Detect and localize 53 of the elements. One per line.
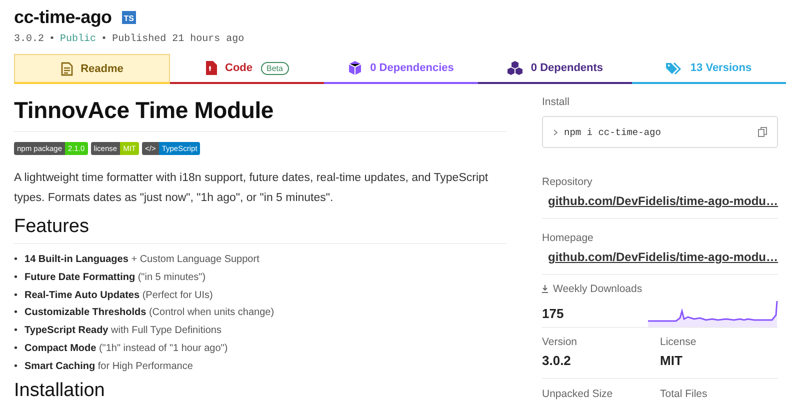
total-files-label: Total Files — [660, 388, 708, 400]
version-label: Version — [542, 336, 578, 348]
tab[interactable]: Code Beta — [170, 54, 324, 84]
unpacked-size-label: Unpacked Size — [542, 388, 614, 400]
license-value: MIT — [660, 353, 684, 368]
repository-link[interactable]: github.com/DevFidelis/time-ago-modu… — [548, 194, 778, 208]
file-icon — [205, 61, 218, 75]
box-icon — [348, 61, 362, 75]
license-label: License — [660, 336, 698, 348]
install-command: npm i cc-time-ago — [564, 126, 662, 138]
beta-badge: Beta — [260, 62, 289, 74]
feature-item: 14 Built-in Languages + Custom Language Support — [24, 253, 260, 267]
feature-item: Real-Time Auto Updates (Perfect for UIs) — [24, 288, 213, 303]
readme-title: TinnovAce Time Module — [14, 97, 506, 132]
boxes-icon — [506, 61, 523, 75]
feature-item: Compact Mode ("1h" instead of "1 hour ago") — [24, 342, 228, 356]
visibility-label: Public — [60, 34, 96, 45]
separator-dot: • — [101, 34, 108, 45]
document-icon — [60, 62, 73, 76]
description: A lightweight time formatter with i18n support, future dates, real-time updates, and TypeScript types. Formats dates as "just now", "1h ago", or "in 5 minutes". — [14, 171, 490, 206]
bullet: • — [14, 324, 18, 338]
bullet: • — [14, 270, 18, 285]
downloads-label: Weekly Downloads — [553, 283, 642, 295]
published-time: Published 21 hours ago — [112, 34, 244, 45]
homepage-label: Homepage — [542, 232, 594, 244]
prompt-icon — [553, 128, 558, 136]
section-heading: Installation — [14, 380, 106, 403]
bullet: • — [14, 288, 18, 303]
bullet: • — [14, 306, 18, 320]
separator-dot: • — [49, 34, 56, 45]
typescript-badge: TS — [122, 10, 136, 24]
bullet: • — [14, 360, 18, 374]
tab[interactable]: 0 Dependents — [478, 54, 632, 84]
feature-item: Customizable Thresholds (Control when units change) — [24, 306, 274, 320]
homepage-link[interactable]: github.com/DevFidelis/time-ago-modu… — [548, 250, 778, 264]
downloads-count: 175 — [542, 306, 565, 323]
feature-item: TypeScript Ready with Full Type Definitions — [24, 324, 222, 338]
download-icon — [542, 285, 548, 293]
install-command-box[interactable]: npm i cc-time-ago — [542, 116, 778, 148]
repository-label: Repository — [542, 176, 594, 188]
version-value: 3.0.2 — [542, 353, 572, 368]
tab[interactable]: 0 Dependencies — [324, 54, 478, 84]
bullet: • — [14, 342, 18, 356]
bullet: • — [14, 253, 18, 267]
tags-icon — [666, 62, 682, 74]
feature-item: Smart Caching for High Performance — [24, 360, 193, 374]
tab[interactable]: Readme — [14, 54, 170, 84]
package-version: 3.0.2 — [14, 34, 44, 45]
package-name: cc-time-ago — [14, 6, 112, 28]
install-label: Install — [542, 96, 570, 108]
feature-item: Future Date Formatting ("in 5 minutes") — [24, 270, 206, 285]
copy-icon[interactable] — [758, 127, 767, 137]
section-heading: Features — [14, 216, 506, 244]
